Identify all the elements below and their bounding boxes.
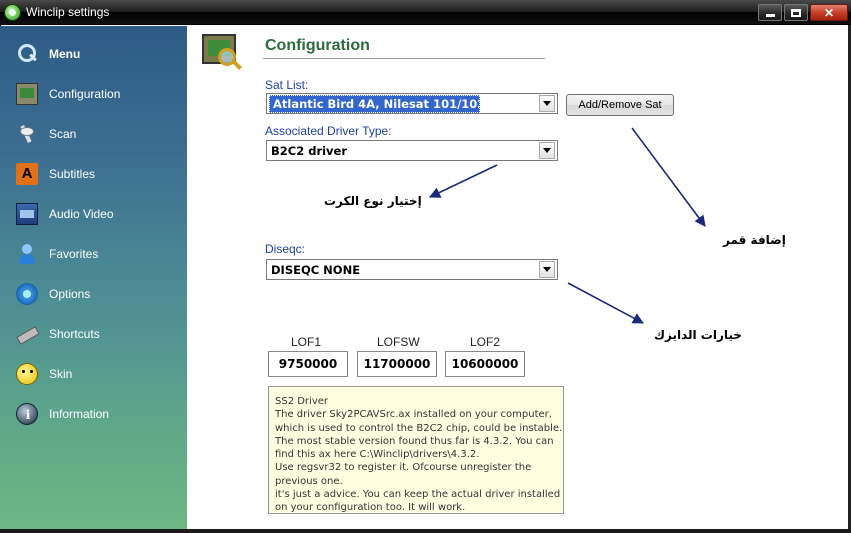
title-divider [263, 58, 545, 59]
driver-type-label: Associated Driver Type: [265, 124, 392, 138]
sidebar-item-label: Menu [49, 47, 81, 61]
lof1-label: LOF1 [291, 335, 322, 349]
driver-type-value: B2C2 driver [271, 143, 348, 158]
magnifier-handle-icon [232, 60, 242, 70]
sidebar-item-label: Skin [49, 367, 73, 381]
minimize-icon [765, 14, 775, 17]
sidebar-item-scan[interactable]: Scan [16, 121, 76, 147]
lofsw-field[interactable]: 11700000 [357, 351, 437, 377]
sidebar-item-menu[interactable]: Menu [16, 41, 80, 67]
sidebar-item-options[interactable]: Options [16, 281, 90, 307]
window-border-bottom [0, 529, 851, 533]
close-button[interactable]: ✕ [810, 4, 848, 21]
sidebar-item-label: Favorites [49, 247, 99, 261]
info-line: SS2 Driver [275, 396, 329, 407]
info-line: it's just a advice. You can keep the act… [275, 489, 561, 501]
sat-list-label: Sat List: [265, 78, 309, 92]
minimize-button[interactable] [758, 4, 782, 21]
info-line: which is used to control the B2C2 chip, … [275, 422, 563, 434]
sidebar-item-configuration[interactable]: Configuration [16, 81, 120, 107]
window-title: Winclip settings [26, 5, 110, 19]
sidebar-item-label: Configuration [49, 87, 121, 101]
add-remove-sat-button[interactable]: Add/Remove Sat [566, 94, 674, 116]
close-icon: ✕ [823, 5, 835, 20]
maximize-button[interactable] [784, 4, 808, 21]
app-icon [4, 4, 21, 21]
sidebar-item-label: Subtitles [49, 167, 96, 181]
diseqc-select[interactable]: DISEQC NONE [266, 259, 558, 280]
info-line: previous one. [275, 475, 343, 487]
chevron-down-icon[interactable] [539, 261, 555, 278]
sidebar-item-label: Information [49, 407, 110, 421]
driver-info-box: SS2 Driver The driver Sky2PCAVSrc.ax ins… [268, 386, 564, 514]
maximize-icon [791, 8, 801, 17]
sidebar-item-label: Audio Video [49, 207, 114, 221]
diseqc-label: Diseqc: [265, 242, 306, 256]
sidebar-item-audio-video[interactable]: Audio Video [16, 201, 114, 227]
add-sat-arrow [631, 127, 706, 227]
info-line: The driver Sky2PCAVSrc.ax installed on y… [275, 409, 552, 421]
film-icon [16, 203, 38, 225]
info-icon [16, 403, 39, 426]
driver-type-select[interactable]: B2C2 driver [266, 140, 558, 161]
info-line: on your configuration too. It will work. [275, 502, 466, 514]
chevron-down-icon[interactable] [539, 95, 555, 112]
subtitles-icon: A [16, 163, 38, 185]
diseqc-arrow [567, 282, 644, 324]
configuration-header-icon [198, 30, 244, 74]
diseqc-value: DISEQC NONE [271, 262, 361, 277]
info-line: find this ax here C:\Winclip\drivers\4.3… [275, 449, 480, 461]
sidebar-item-subtitles[interactable]: A Subtitles [16, 161, 95, 187]
lof2-label: LOF2 [470, 335, 501, 349]
info-line: The most stable version found thus far i… [275, 435, 554, 447]
sidebar-item-information[interactable]: Information [16, 401, 109, 427]
lof1-field[interactable]: 9750000 [268, 351, 348, 377]
lof2-field[interactable]: 10600000 [445, 351, 525, 377]
satellite-dish-icon [16, 123, 38, 145]
sat-list-value: Atlantic Bird 4A, Nilesat 101/102 [269, 94, 480, 113]
sat-list-select[interactable]: Atlantic Bird 4A, Nilesat 101/102 [266, 93, 558, 114]
options-icon [16, 283, 38, 305]
user-icon [16, 243, 38, 265]
annotation-card-type: إختيار نوع الكرت [324, 194, 422, 208]
sidebar-item-shortcuts[interactable]: Shortcuts [16, 321, 100, 347]
sidebar-item-favorites[interactable]: Favorites [16, 241, 98, 267]
annotation-add-sat: إضافة قمر [723, 233, 786, 247]
sidebar-item-label: Options [49, 287, 91, 301]
annotation-diseqc-options: خيارات الدايزك [654, 328, 742, 342]
smiley-icon [16, 363, 38, 385]
sidebar-item-label: Scan [49, 127, 77, 141]
card-type-arrow [428, 164, 498, 198]
info-line: Use regsvr32 to register it. Ofcourse un… [275, 462, 532, 474]
title-bar: Winclip settings ✕ [0, 0, 851, 25]
sidebar-item-skin[interactable]: Skin [16, 361, 72, 387]
sidebar-item-label: Shortcuts [49, 327, 100, 341]
shortcut-icon [16, 323, 38, 345]
page-title: Configuration [265, 37, 370, 54]
card-icon [16, 83, 38, 105]
magnifier-icon [16, 43, 38, 65]
chevron-down-icon[interactable] [539, 142, 555, 159]
lofsw-label: LOFSW [377, 335, 420, 349]
